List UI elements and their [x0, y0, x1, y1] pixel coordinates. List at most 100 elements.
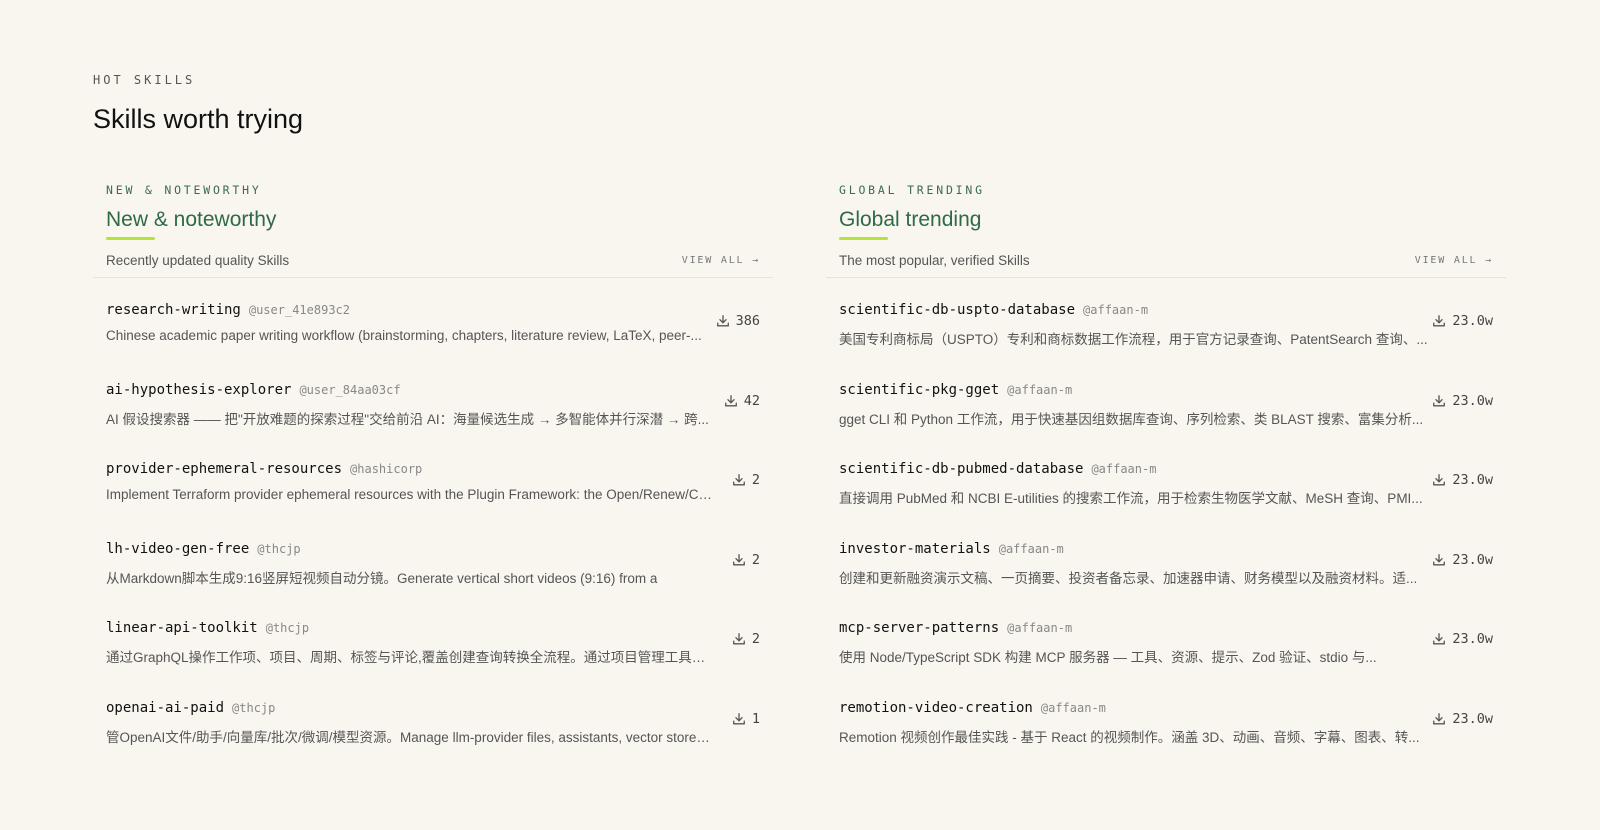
download-count: 23.0w [1432, 631, 1493, 647]
skill-description: 管OpenAI文件/助手/向量库/批次/微调/模型资源。Manage llm-p… [106, 729, 713, 745]
skill-list: scientific-db-uspto-database @affaan-m 美国… [826, 301, 1506, 778]
skill-header: ai-hypothesis-explorer @user_84aa03cf [106, 381, 773, 399]
download-count: 23.0w [1432, 552, 1493, 568]
skill-header: openai-ai-paid @thcjp [106, 699, 773, 717]
skill-name[interactable]: remotion-video-creation [839, 700, 1033, 716]
download-count-value: 23.0w [1452, 551, 1493, 568]
skill-description: AI 假设搜索器 —— 把"开放难题的探索过程"交给前沿 AI：海量候选生成 →… [106, 411, 709, 427]
skill-author[interactable]: @affaan-m [1091, 462, 1156, 476]
skill-item[interactable]: scientific-pkg-gget @affaan-m gget CLI 和 … [826, 381, 1506, 461]
skill-description: Implement Terraform provider ephemeral r… [106, 487, 713, 502]
title-underline [106, 237, 155, 240]
view-all-link[interactable]: VIEW ALL → [682, 255, 760, 266]
skill-name[interactable]: mcp-server-patterns [839, 620, 999, 636]
download-count: 23.0w [1432, 711, 1493, 727]
skill-description: 使用 Node/TypeScript SDK 构建 MCP 服务器 — 工具、资… [839, 650, 1377, 665]
download-icon [1432, 314, 1446, 328]
skill-author[interactable]: @affaan-m [1041, 701, 1106, 715]
skill-name[interactable]: scientific-db-pubmed-database [839, 461, 1083, 477]
skill-description: Chinese academic paper writing workflow … [106, 328, 702, 343]
skill-author[interactable]: @user_41e893c2 [249, 303, 350, 317]
column-divider [826, 277, 1506, 278]
skill-name[interactable]: linear-api-toolkit [106, 620, 258, 636]
skill-author[interactable]: @affaan-m [1083, 303, 1148, 317]
download-count: 2 [732, 631, 760, 647]
download-count: 23.0w [1432, 313, 1493, 329]
skill-item[interactable]: ai-hypothesis-explorer @user_84aa03cf AI … [93, 381, 773, 461]
download-icon [1432, 473, 1446, 487]
skill-item[interactable]: research-writing @user_41e893c2 Chinese a… [93, 301, 773, 381]
skill-item[interactable]: investor-materials @affaan-m 创建和更新融资演示文稿、… [826, 540, 1506, 620]
skill-item[interactable]: provider-ephemeral-resources @hashicorp I… [93, 460, 773, 540]
section-title: Skills worth trying [93, 104, 304, 134]
skill-description: 通过GraphQL操作工作项、项目、周期、标签与评论,覆盖创建查询转换全流程。通… [106, 650, 713, 665]
download-count-value: 2 [751, 631, 760, 647]
skill-author[interactable]: @thcjp [232, 701, 275, 715]
download-icon [1432, 553, 1446, 567]
column-eyebrow: GLOBAL TRENDING [839, 183, 985, 197]
download-count-value: 23.0w [1452, 392, 1493, 409]
skill-item[interactable]: lh-video-gen-free @thcjp 从Markdown脚本生成9:1… [93, 540, 773, 620]
skill-author[interactable]: @thcjp [266, 621, 309, 635]
skill-name[interactable]: scientific-db-uspto-database [839, 302, 1075, 318]
skill-author[interactable]: @hashicorp [350, 462, 422, 476]
download-icon [1432, 394, 1446, 408]
download-count: 386 [716, 313, 760, 329]
download-icon [716, 314, 730, 328]
skill-list: research-writing @user_41e893c2 Chinese a… [93, 301, 773, 778]
skill-name[interactable]: ai-hypothesis-explorer [106, 382, 291, 398]
download-count: 23.0w [1432, 472, 1493, 488]
column-subtitle: Recently updated quality Skills [106, 252, 290, 268]
skill-author[interactable]: @affaan-m [999, 542, 1064, 556]
skill-author[interactable]: @user_84aa03cf [299, 383, 400, 397]
skill-author[interactable]: @affaan-m [1007, 621, 1072, 635]
skill-item[interactable]: openai-ai-paid @thcjp 管OpenAI文件/助手/向量库/批次… [93, 699, 773, 779]
section-eyebrow: HOT SKILLS [93, 73, 196, 87]
skill-name[interactable]: lh-video-gen-free [106, 541, 249, 557]
view-all-link[interactable]: VIEW ALL → [1415, 255, 1493, 266]
skill-description: 美国专利商标局（USPTO）专利和商标数据工作流程，用于官方记录查询、Paten… [839, 332, 1428, 347]
download-count: 23.0w [1432, 393, 1493, 409]
skill-item[interactable]: mcp-server-patterns @affaan-m 使用 Node/Typ… [826, 619, 1506, 699]
skill-name[interactable]: provider-ephemeral-resources [106, 461, 342, 477]
download-count-value: 23.0w [1452, 313, 1493, 329]
skill-item[interactable]: scientific-db-uspto-database @affaan-m 美国… [826, 301, 1506, 381]
column-eyebrow: NEW & NOTEWORTHY [106, 183, 262, 197]
download-icon [724, 394, 738, 408]
skill-author[interactable]: @thcjp [257, 542, 300, 556]
skill-item[interactable]: linear-api-toolkit @thcjp 通过GraphQL操作工作项、… [93, 619, 773, 699]
skill-item[interactable]: scientific-db-pubmed-database @affaan-m 直… [826, 460, 1506, 540]
download-count-value: 23.0w [1452, 631, 1493, 647]
skill-author[interactable]: @affaan-m [1007, 383, 1072, 397]
skill-name[interactable]: openai-ai-paid [106, 700, 224, 716]
download-icon [1432, 632, 1446, 646]
skill-header: mcp-server-patterns @affaan-m [839, 619, 1506, 637]
skill-description: 创建和更新融资演示文稿、一页摘要、投资者备忘录、加速器申请、财务模型以及融资材料… [839, 570, 1418, 586]
skill-header: lh-video-gen-free @thcjp [106, 540, 773, 558]
skill-name[interactable]: research-writing [106, 302, 241, 318]
skill-name[interactable]: investor-materials [839, 541, 991, 557]
download-count: 1 [732, 711, 760, 727]
skill-name[interactable]: scientific-pkg-gget [839, 382, 999, 398]
skill-item[interactable]: remotion-video-creation @affaan-m Remotio… [826, 699, 1506, 779]
skill-description: gget CLI 和 Python 工作流，用于快速基因组数据库查询、序列检索、… [839, 411, 1424, 427]
download-count: 42 [724, 393, 760, 409]
skill-header: research-writing @user_41e893c2 [106, 301, 773, 319]
skill-header: remotion-video-creation @affaan-m [839, 699, 1506, 717]
download-count-value: 2 [751, 551, 760, 568]
download-count-value: 23.0w [1452, 710, 1493, 727]
skill-description: 直接调用 PubMed 和 NCBI E-utilities 的搜索工作流，用于… [839, 491, 1423, 506]
skill-header: provider-ephemeral-resources @hashicorp [106, 460, 773, 478]
download-count: 2 [732, 472, 760, 488]
download-icon [732, 712, 746, 726]
column-divider [93, 277, 773, 278]
column-title: Global trending [839, 208, 982, 231]
download-count-value: 23.0w [1452, 472, 1493, 488]
skill-header: scientific-db-uspto-database @affaan-m [839, 301, 1506, 319]
download-icon [732, 632, 746, 646]
skill-header: scientific-db-pubmed-database @affaan-m [839, 460, 1506, 478]
column-global-trending: GLOBAL TRENDING Global trending The most… [826, 183, 1506, 778]
skill-header: scientific-pkg-gget @affaan-m [839, 381, 1506, 399]
skill-description: 从Markdown脚本生成9:16竖屏短视频自动分镜。Generate vert… [106, 570, 658, 586]
column-subheader: The most popular, verified Skills VIEW A… [839, 249, 1506, 271]
